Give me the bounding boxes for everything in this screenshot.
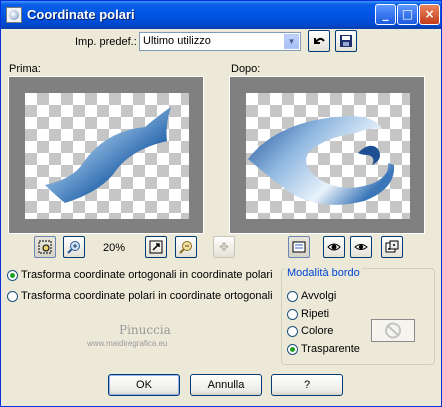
magnifier-plus-icon (67, 241, 80, 254)
window-title: Coordinate polari (27, 7, 135, 22)
dialog-window: Coordinate polari _ □ × Imp. predef.: Ul… (0, 0, 442, 407)
pan-button[interactable]: ✥ (213, 236, 235, 258)
edge-color-radio[interactable] (287, 326, 298, 337)
option-rect-to-polar-radio[interactable] (7, 270, 18, 281)
edge-transparent-label[interactable]: Trasparente (301, 343, 360, 355)
magnifier-minus-icon (179, 241, 192, 254)
edge-repeat-radio[interactable] (287, 309, 298, 320)
before-canvas (25, 93, 189, 219)
chevron-down-icon[interactable]: ▼ (284, 34, 299, 49)
eye-check-icon (327, 243, 341, 251)
after-canvas (246, 93, 410, 219)
app-icon (6, 7, 22, 23)
randomize-button[interactable] (381, 236, 403, 258)
preset-label: Imp. predef.: (75, 36, 137, 48)
move-icon: ✥ (218, 240, 230, 254)
auto-proof-button[interactable] (350, 236, 372, 258)
edge-wrap-radio[interactable] (287, 291, 298, 302)
zoom-area-button[interactable] (34, 236, 56, 258)
maximize-button[interactable]: □ (397, 4, 418, 25)
before-label: Prima: (9, 63, 41, 75)
expand-icon (149, 240, 163, 254)
reset-preset-button[interactable] (308, 30, 330, 52)
minimize-button[interactable]: _ (375, 4, 396, 25)
after-shape-image (248, 116, 395, 205)
preview-panel-icon (292, 241, 306, 253)
save-preset-button[interactable] (335, 30, 357, 52)
help-button[interactable]: ? (271, 374, 343, 396)
zoom-in-button[interactable] (63, 236, 85, 258)
no-symbol-icon (385, 322, 401, 339)
cancel-button[interactable]: Annulla (190, 374, 262, 396)
edge-repeat-label[interactable]: Ripeti (301, 308, 329, 320)
after-label: Dopo: (231, 63, 261, 75)
preset-value: Ultimo utilizzo (143, 35, 211, 47)
ok-button[interactable]: OK (108, 374, 180, 396)
edge-transparent-radio[interactable] (287, 344, 298, 355)
before-shape-image (45, 107, 171, 203)
edge-wrap-label[interactable]: Avvolgi (301, 290, 336, 302)
eye-icon (354, 244, 368, 250)
edge-color-label[interactable]: Colore (301, 325, 333, 337)
watermark-url: www.maidiregrafica.eu (87, 339, 168, 348)
dice-icon (385, 240, 399, 253)
title-bar[interactable]: Coordinate polari _ □ × (1, 1, 441, 29)
fit-button[interactable] (145, 236, 167, 258)
zoom-level: 20% (103, 242, 126, 254)
undo-arrow-icon (314, 37, 325, 44)
toggle-preview-button[interactable] (288, 236, 310, 258)
close-button[interactable]: × (419, 4, 440, 25)
proof-button[interactable] (323, 236, 345, 258)
option-polar-to-rect-radio[interactable] (7, 291, 18, 302)
watermark-name: Pinuccia (119, 323, 171, 337)
preset-dropdown[interactable]: Ultimo utilizzo ▼ (139, 32, 301, 51)
zoom-out-button[interactable] (175, 236, 197, 258)
edge-mode-title: Modalità bordo (285, 267, 362, 279)
before-preview[interactable] (8, 76, 204, 234)
option-polar-to-rect-label[interactable]: Trasforma coordinate polari in coordinat… (21, 290, 273, 302)
zoom-area-icon (38, 240, 52, 254)
floppy-disk-icon (340, 35, 352, 47)
option-rect-to-polar-label[interactable]: Trasforma coordinate ortogonali in coord… (21, 269, 273, 281)
edge-color-swatch[interactable] (371, 319, 415, 342)
after-preview (229, 76, 425, 234)
